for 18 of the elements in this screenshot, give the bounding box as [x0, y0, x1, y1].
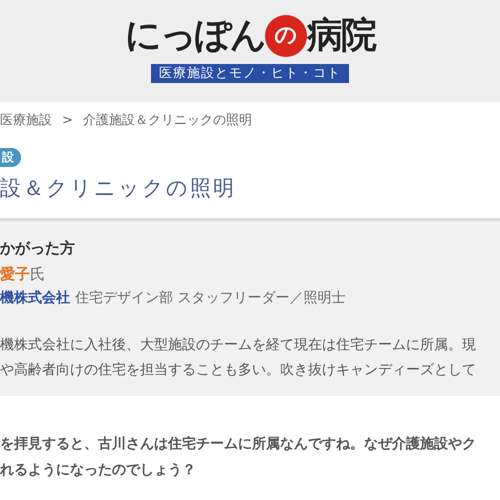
- question-text: れるようになったのでしょう？: [0, 461, 197, 480]
- logo-text: 病院: [307, 18, 375, 54]
- question-text: を拝見すると、古川さんは住宅チームに所属なんですね。なぜ介護施設やク: [0, 434, 477, 454]
- logo-text: にっぽん: [125, 18, 265, 54]
- bio-text: や高齢者向けの住宅を担当することも多い。吹き抜けキャンディーズとして: [0, 361, 477, 380]
- page-title: 設＆クリニックの照明: [0, 175, 237, 202]
- breadcrumb-link[interactable]: 医療施設: [0, 111, 52, 131]
- person-name: 愛子: [0, 264, 30, 285]
- job-title: 住宅デザイン部 スタッフリーダー／照明士: [75, 289, 346, 308]
- profile-heading: かがった方: [0, 238, 76, 259]
- company-name: 機株式会社: [0, 289, 70, 308]
- breadcrumb-separator: >: [62, 112, 73, 130]
- site-tagline: 医療施設とモノ・ヒト・コト: [151, 64, 349, 83]
- honorific: 氏: [30, 264, 45, 285]
- breadcrumb-current: 介護施設＆クリニックの照明: [82, 112, 252, 130]
- bio-text: 機株式会社に入社後、大型施設のチームを経て現在は住宅チームに所属。現: [0, 336, 477, 355]
- category-badge[interactable]: 設: [0, 148, 21, 167]
- site-logo[interactable]: にっぽん の 病院: [125, 14, 375, 58]
